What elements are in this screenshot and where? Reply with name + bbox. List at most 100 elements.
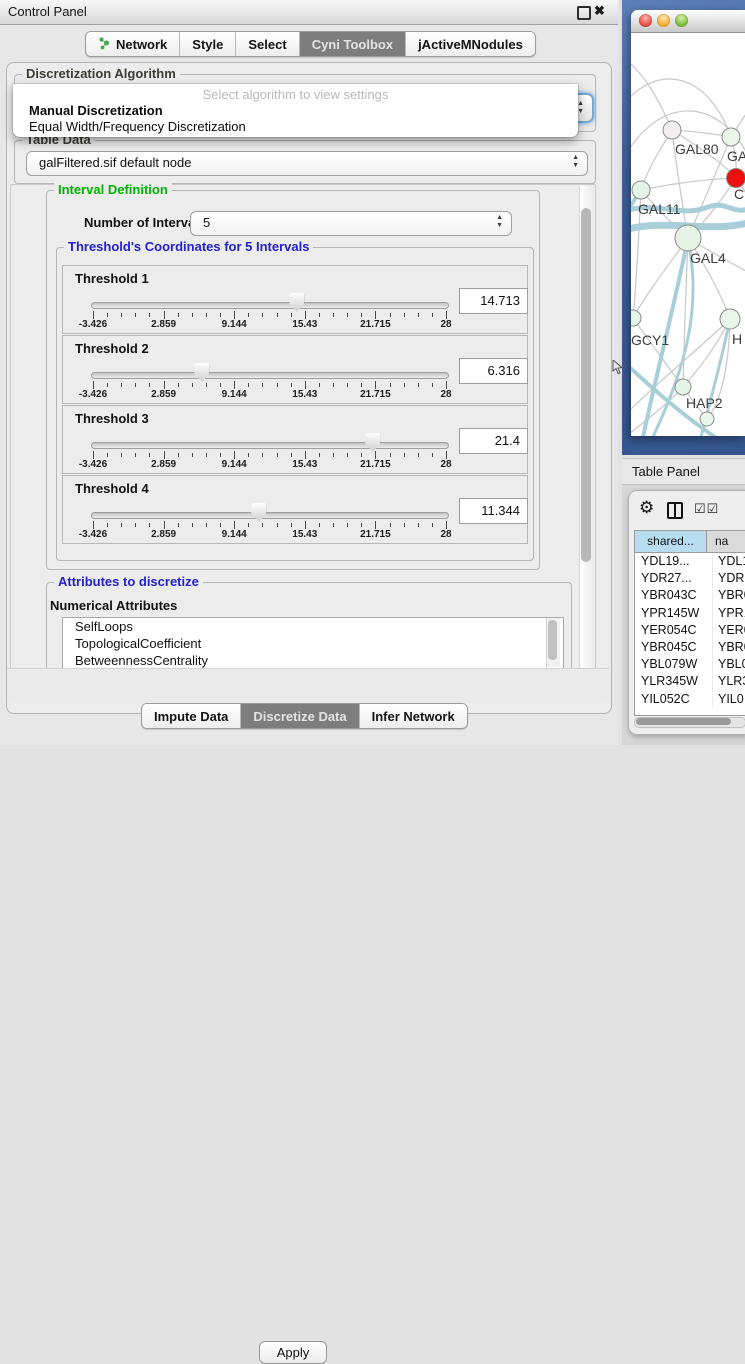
slider-tick xyxy=(305,311,306,319)
table-row[interactable]: YER054CYER0 xyxy=(635,622,745,639)
numerical-attributes-label: Numerical Attributes xyxy=(50,598,177,613)
slider-tick xyxy=(404,523,405,527)
tab-jactivemnodules[interactable]: jActiveMNodules xyxy=(405,32,535,56)
slider-tick xyxy=(178,523,179,527)
slider-tick xyxy=(220,313,221,317)
table-cell-name: YDR2 xyxy=(713,570,745,587)
network-node[interactable] xyxy=(632,181,650,199)
threshold-value-field[interactable]: 14.713 xyxy=(459,288,528,314)
threshold-row: Threshold 1-3.4262.8599.14415.4321.71528… xyxy=(62,265,528,334)
slider-tick xyxy=(291,523,292,527)
slider-tick xyxy=(291,383,292,387)
slider-tick xyxy=(206,313,207,317)
mode-tab-discretize-data[interactable]: Discretize Data xyxy=(240,704,358,728)
slider-tick xyxy=(262,453,263,457)
slider-tick-label: 21.715 xyxy=(345,319,405,330)
tab-select[interactable]: Select xyxy=(235,32,298,56)
slider-tick xyxy=(262,383,263,387)
slider-tick xyxy=(333,523,334,527)
network-canvas[interactable]: GAL80GACGAL11GAL4GCY1HHAP2 xyxy=(631,33,745,436)
tab-network[interactable]: Network xyxy=(86,32,179,56)
split-view-icon[interactable] xyxy=(667,502,683,519)
attribute-item[interactable]: BetweennessCentrality xyxy=(63,652,563,669)
slider-thumb[interactable] xyxy=(289,293,304,312)
network-node[interactable] xyxy=(700,412,714,426)
checkbox-icon[interactable]: ☑☑ xyxy=(694,501,719,517)
apply-button[interactable]: Apply xyxy=(259,1341,327,1364)
tab-cyni-toolbox[interactable]: Cyni Toolbox xyxy=(299,32,405,56)
table-hscrollbar-thumb[interactable] xyxy=(636,718,731,725)
slider-tick xyxy=(277,313,278,317)
table-row[interactable]: YBL079WYBL0 xyxy=(635,656,745,673)
slider-tick xyxy=(305,451,306,459)
screen: { "window": {"title": "Control Panel"}, … xyxy=(0,0,745,745)
window-title: Control Panel xyxy=(8,4,87,19)
slider-tick-label: 2.859 xyxy=(134,389,194,400)
slider-tick xyxy=(305,381,306,389)
network-node[interactable] xyxy=(663,121,681,139)
zoom-traffic-light-icon[interactable] xyxy=(675,14,688,27)
slider-thumb[interactable] xyxy=(194,363,209,382)
slider-tick xyxy=(361,313,362,317)
network-node[interactable] xyxy=(631,310,641,326)
attribute-item[interactable]: SelfLoops xyxy=(63,618,563,635)
slider-thumb[interactable] xyxy=(251,503,266,522)
number-of-intervals-value: 5 xyxy=(203,215,210,230)
mode-tab-infer-network[interactable]: Infer Network xyxy=(359,704,467,728)
algorithm-option[interactable]: Manual Discretization xyxy=(29,103,163,118)
slider-tick xyxy=(361,453,362,457)
number-of-intervals-spinner[interactable]: 5 ▲▼ xyxy=(190,211,512,236)
attributes-scrollbar-thumb[interactable] xyxy=(548,620,557,660)
column-header-name[interactable]: na xyxy=(707,531,745,552)
slider-track[interactable] xyxy=(91,372,449,379)
close-traffic-light-icon[interactable] xyxy=(639,14,652,27)
table-row[interactable]: YPR145WYPR1 xyxy=(635,605,745,622)
table-row[interactable]: YBR043CYBR0 xyxy=(635,587,745,604)
slider-tick xyxy=(404,383,405,387)
algorithm-option[interactable]: Equal Width/Frequency Discretization xyxy=(29,119,246,134)
slider-tick xyxy=(135,383,136,387)
table-row[interactable]: YIL052CYIL0 xyxy=(635,691,745,708)
table-row[interactable]: YDR27...YDR2 xyxy=(635,570,745,587)
network-node[interactable] xyxy=(675,225,701,251)
network-node[interactable] xyxy=(727,169,745,188)
mouse-cursor xyxy=(612,360,623,375)
slider-tick-label: 28 xyxy=(416,319,476,330)
settings-scrollbar-thumb[interactable] xyxy=(581,208,591,562)
number-of-intervals-label: Number of Intervals xyxy=(84,215,206,230)
float-window-icon[interactable] xyxy=(577,6,591,20)
network-node[interactable] xyxy=(722,128,740,146)
slider-tick xyxy=(418,313,419,317)
table-data-combobox[interactable]: galFiltered.sif default node ▲▼ xyxy=(26,151,588,176)
attribute-item[interactable]: TopologicalCoefficient xyxy=(63,635,563,652)
table-cell-name: YER0 xyxy=(713,622,745,639)
slider-track[interactable] xyxy=(91,302,449,309)
gear-icon[interactable]: ⚙ xyxy=(639,498,654,518)
slider-tick xyxy=(206,383,207,387)
mode-tab-impute-data[interactable]: Impute Data xyxy=(142,704,240,728)
threshold-value-field[interactable]: 21.4 xyxy=(459,428,528,454)
threshold-value-field[interactable]: 6.316 xyxy=(459,358,528,384)
network-node[interactable] xyxy=(675,379,691,395)
network-node[interactable] xyxy=(720,309,740,329)
combo-arrows-icon: ▲▼ xyxy=(572,154,579,170)
table-cell-name: YDL1 xyxy=(713,553,745,570)
minimize-traffic-light-icon[interactable] xyxy=(657,14,670,27)
slider-thumb[interactable] xyxy=(365,433,380,452)
column-header-shared-name[interactable]: shared... xyxy=(635,531,707,552)
algorithm-popup-hint: Select algorithm to view settings xyxy=(13,87,578,102)
threshold-value-field[interactable]: 11.344 xyxy=(459,498,528,524)
table-row[interactable]: YDL19...YDL1 xyxy=(635,553,745,570)
slider-tick xyxy=(164,521,165,529)
table-row[interactable]: YBR045CYBR0 xyxy=(635,639,745,656)
close-icon[interactable]: ✖ xyxy=(594,3,605,19)
slider-track[interactable] xyxy=(91,512,449,519)
slider-tick-label: 9.144 xyxy=(204,389,264,400)
slider-tick xyxy=(262,313,263,317)
tab-style[interactable]: Style xyxy=(179,32,235,56)
slider-tick xyxy=(164,381,165,389)
slider-track[interactable] xyxy=(91,442,449,449)
slider-tick xyxy=(432,383,433,387)
slider-tick xyxy=(107,453,108,457)
table-row[interactable]: YLR345WYLR3 xyxy=(635,673,745,690)
